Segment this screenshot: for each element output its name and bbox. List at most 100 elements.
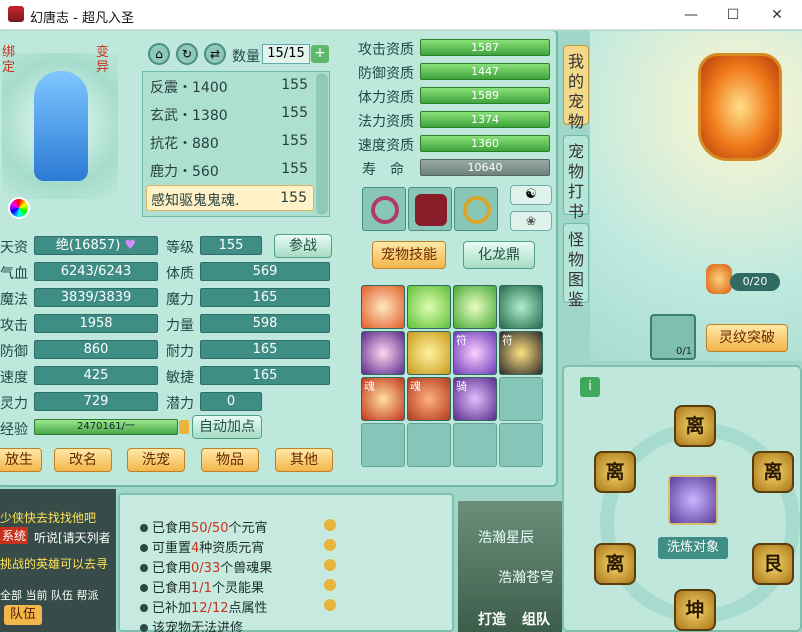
trigram-top[interactable]: 离 [674, 405, 716, 447]
forge-button[interactable]: 打造 [478, 609, 506, 629]
yin-yang-button[interactable]: ☯ [510, 185, 552, 205]
skill-slot-empty[interactable] [407, 423, 451, 467]
info-icon[interactable]: i [580, 377, 600, 397]
chat-line: 听说[请天列者 [34, 531, 111, 545]
skill-slot-empty[interactable] [361, 423, 405, 467]
skill-slot-empty[interactable] [499, 377, 543, 421]
maximize-button[interactable]: ☐ [722, 4, 744, 26]
equip-amulet-slot[interactable] [454, 187, 498, 231]
stat-value: 1958 [34, 314, 158, 333]
stat-value: 165 [200, 366, 330, 385]
skill-slot[interactable]: 魂 [407, 377, 451, 421]
trigram-bottom-right[interactable]: 艮 [752, 543, 794, 585]
info-tip-icon[interactable] [324, 599, 336, 611]
tab-pet-book[interactable]: 宠物打书 [563, 135, 589, 221]
scene-text: 浩瀚星辰 [478, 530, 534, 546]
minimize-button[interactable]: — [680, 4, 702, 26]
skill-slot[interactable] [361, 331, 405, 375]
add-pet-button[interactable]: + [311, 45, 329, 63]
tab-pet-skills[interactable]: 宠物技能 [372, 241, 446, 269]
lifespan-label: 寿 命 [362, 162, 404, 178]
trigram-bottom-left[interactable]: 离 [594, 543, 636, 585]
skill-slot[interactable] [407, 331, 451, 375]
other-button[interactable]: 其他 [275, 448, 333, 472]
refresh-icon[interactable]: ↻ [176, 43, 198, 65]
auto-point-button[interactable]: 自动加点 [192, 415, 262, 439]
chat-channel-tabs[interactable]: 全部 当前 队伍 帮派 [0, 587, 99, 603]
stat-label: 气血 [0, 266, 28, 282]
paw-button[interactable]: ❀ [510, 211, 552, 231]
skill-slot-empty[interactable] [453, 423, 497, 467]
items-button[interactable]: 物品 [201, 448, 259, 472]
stat-value: 绝(16857) ♥ [34, 236, 158, 255]
skill-slot[interactable]: 魂 [361, 377, 405, 421]
release-button[interactable]: 放生 [0, 448, 42, 472]
rename-button[interactable]: 改名 [54, 448, 112, 472]
stat-label: 防御 [0, 344, 28, 360]
info-tip-icon[interactable] [324, 559, 336, 571]
skill-slot[interactable] [453, 285, 497, 329]
stat-value: 425 [34, 366, 158, 385]
info-tip-icon[interactable] [324, 539, 336, 551]
skill-slot[interactable] [361, 285, 405, 329]
skill-slot-empty[interactable] [499, 423, 543, 467]
pet-list-item[interactable]: 鹿力・560 155 [146, 157, 314, 183]
aptitude-bar: 1374 [420, 111, 550, 128]
pet-list-item[interactable]: 抗花・880 155 [146, 129, 314, 155]
equip-necklace-slot[interactable] [362, 187, 406, 231]
mutate-label: 变异 [96, 45, 110, 75]
pet-list-scrollbar[interactable] [316, 73, 328, 215]
game-viewport: 0/20 0/1 灵纹突破 i 离 离 离 离 艮 坤 洗炼对象 我的宠物 宠物… [0, 31, 802, 632]
trigram-right[interactable]: 离 [752, 451, 794, 493]
count-value: 15/15 [262, 44, 310, 64]
stat-value: 860 [34, 340, 158, 359]
stat-label: 等级 [166, 240, 194, 256]
home-icon[interactable]: ⌂ [148, 43, 170, 65]
app-icon [8, 6, 24, 22]
lifespan-bar: 10640 [420, 159, 550, 176]
aptitude-bar: 1587 [420, 39, 550, 56]
armor-icon [415, 194, 447, 226]
bind-label: 绑定 [2, 45, 16, 75]
pet-list-item-selected[interactable]: 感知驱鬼鬼魂. 155 [146, 185, 314, 211]
skill-slot[interactable]: 骑 [453, 377, 497, 421]
stat-label: 耐力 [166, 344, 194, 360]
feed-info-line: 已补加12/12点属性 [140, 597, 268, 616]
stat-label: 天资 [0, 240, 28, 256]
skill-slot[interactable]: 符 [499, 331, 543, 375]
wash-target-label: 洗炼对象 [658, 537, 728, 559]
skill-slot[interactable] [499, 285, 543, 329]
gem-counter: 0/20 [730, 273, 780, 291]
tab-monster-guide[interactable]: 怪物图鉴 [563, 223, 589, 309]
swap-icon[interactable]: ⇄ [204, 43, 226, 65]
exp-info-icon[interactable] [179, 420, 189, 434]
trigram-bottom[interactable]: 坤 [674, 589, 716, 631]
skill-badge: 魂 [410, 380, 421, 393]
necklace-icon [371, 196, 399, 224]
stat-label: 敏捷 [166, 370, 194, 386]
team-button[interactable]: 队伍 [4, 605, 42, 625]
wash-pet-button[interactable]: 洗宠 [127, 448, 185, 472]
info-tip-icon[interactable] [324, 519, 336, 531]
stat-value: 6243/6243 [34, 262, 158, 281]
equip-armor-slot[interactable] [408, 187, 452, 231]
aptitude-label: 速度资质 [358, 138, 414, 154]
tab-dragon-cauldron[interactable]: 化龙鼎 [463, 241, 535, 269]
pet-list-item[interactable]: 玄武・1380 155 [146, 101, 314, 127]
feed-info-line: 已食用0/33个兽魂果 [140, 557, 272, 576]
color-wheel-icon[interactable] [8, 197, 30, 219]
info-tip-icon[interactable] [324, 579, 336, 591]
close-button[interactable]: ✕ [766, 4, 788, 26]
aptitude-label: 攻击资质 [358, 42, 414, 58]
break-through-button[interactable]: 灵纹突破 [706, 324, 788, 352]
trigram-left[interactable]: 离 [594, 451, 636, 493]
wash-target-avatar[interactable] [668, 475, 718, 525]
team-up-button[interactable]: 组队 [522, 609, 550, 629]
skill-slot[interactable]: 符 [453, 331, 497, 375]
aptitude-label: 防御资质 [358, 66, 414, 82]
stat-label: 魔法 [0, 292, 28, 308]
battle-button[interactable]: 参战 [274, 234, 332, 258]
tab-my-pet[interactable]: 我的宠物 [563, 45, 589, 131]
skill-slot[interactable] [407, 285, 451, 329]
pet-list-item[interactable]: 反震・1400 155 [146, 73, 314, 99]
